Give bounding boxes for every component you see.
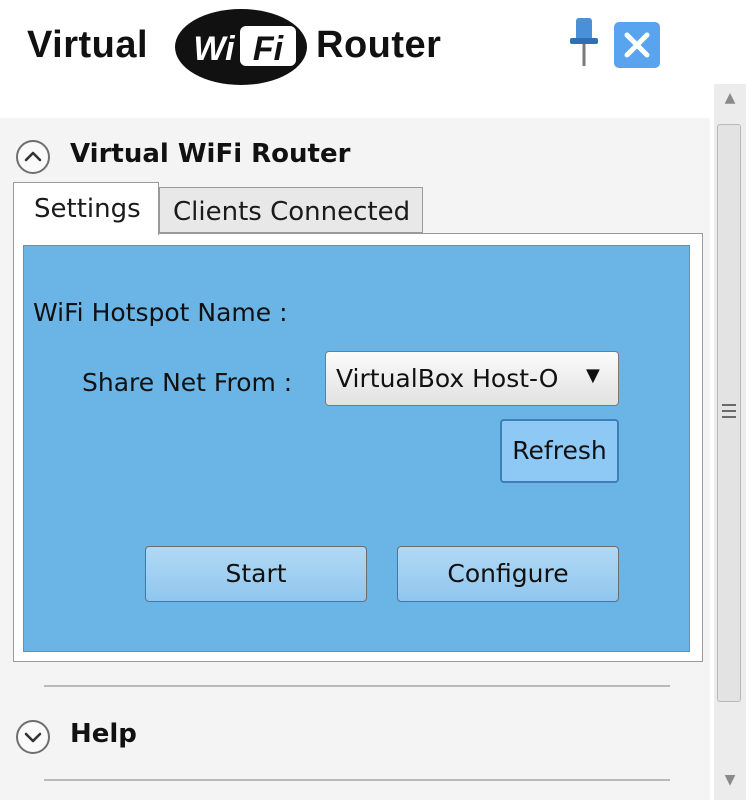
chevron-down-icon: ▼ (586, 365, 600, 386)
scroll-down-arrow-icon[interactable]: ▼ (714, 766, 746, 794)
chevron-up-icon[interactable] (16, 140, 50, 174)
section-divider (44, 779, 670, 781)
scroll-grip-icon (722, 402, 736, 420)
share-net-dropdown[interactable]: VirtualBox Host-O ▼ (325, 351, 619, 406)
app-title-router: Router (316, 24, 442, 66)
logo-text-fi: Fi (253, 30, 285, 68)
tab-clients-connected[interactable]: Clients Connected (159, 187, 423, 233)
start-button[interactable]: Start (145, 546, 367, 602)
expander-title-help[interactable]: Help (70, 719, 137, 749)
wifi-logo: Wi Fi (174, 8, 308, 86)
scroll-up-arrow-icon[interactable]: ▲ (714, 84, 746, 112)
share-net-from-label: Share Net From : (82, 368, 293, 397)
app-title-virtual: Virtual (27, 24, 149, 66)
logo-text-wi: Wi (193, 30, 236, 68)
expander-title-virtual-wifi-router[interactable]: Virtual WiFi Router (70, 139, 350, 169)
hotspot-name-label: WiFi Hotspot Name : (33, 298, 288, 327)
close-icon[interactable] (614, 22, 660, 68)
tab-settings[interactable]: Settings (13, 182, 159, 235)
refresh-button[interactable]: Refresh (500, 419, 619, 483)
share-net-dropdown-value: VirtualBox Host-O (336, 364, 559, 393)
configure-button[interactable]: Configure (397, 546, 619, 602)
section-divider (44, 685, 670, 687)
pin-icon[interactable] (566, 16, 602, 68)
chevron-down-icon[interactable] (16, 720, 50, 754)
